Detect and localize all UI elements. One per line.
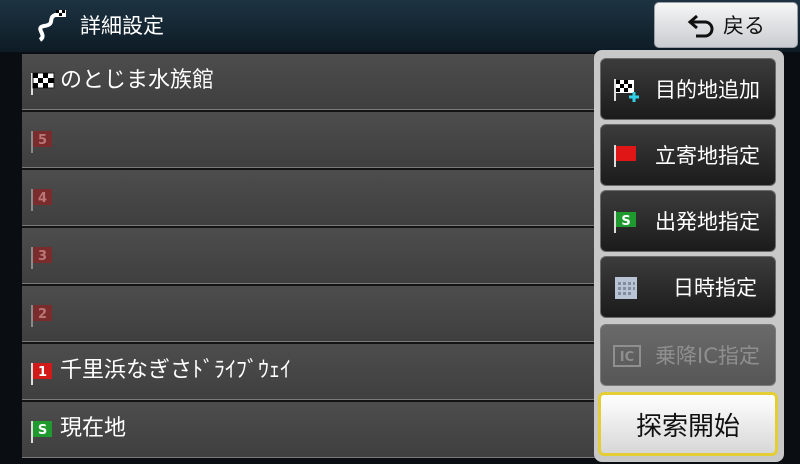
svg-text:S: S — [38, 423, 47, 438]
set-datetime-label: 日時指定 — [673, 276, 757, 300]
route-row-label: 千里浜なぎさﾄﾞﾗｲﾌﾞｳｪｲ — [60, 358, 292, 383]
start-search-label: 探索開始 — [635, 411, 740, 442]
waypoint-flag-icon: 1 — [31, 363, 52, 385]
set-ic-button: IC 乗降IC指定 — [600, 324, 776, 386]
add-destination-label: 目的地追加 — [655, 78, 760, 102]
add-destination-icon — [614, 79, 639, 102]
route-row-waypoint-5[interactable]: 5 — [22, 112, 596, 168]
destination-flag-icon — [31, 72, 55, 95]
back-button-label: 戻る — [723, 14, 765, 38]
waypoint-flag-icon: 2 — [31, 305, 52, 327]
set-departure-button[interactable]: S 出発地指定 — [600, 190, 776, 252]
page-title: 詳細設定 — [80, 14, 164, 38]
start-flag-icon: S — [614, 211, 636, 233]
set-ic-label: 乗降IC指定 — [655, 344, 760, 368]
svg-text:3: 3 — [38, 249, 47, 264]
back-arrow-icon — [687, 14, 714, 38]
add-destination-button[interactable]: 目的地追加 — [600, 58, 776, 120]
route-row-waypoint-2[interactable]: 2 — [22, 286, 596, 342]
route-row-start[interactable]: S 現在地 — [22, 402, 596, 458]
set-waypoint-button[interactable]: 立寄地指定 — [600, 124, 776, 186]
route-row-waypoint-1[interactable]: 1 千里浜なぎさﾄﾞﾗｲﾌﾞｳｪｲ — [22, 344, 596, 400]
svg-text:5: 5 — [38, 133, 47, 148]
set-waypoint-label: 立寄地指定 — [655, 144, 760, 168]
route-icon — [38, 10, 66, 42]
route-list: のとじま水族館 5 4 3 2 1 千里浜なぎさﾄﾞﾗｲﾌﾞｳｪｲ S 現在地 — [22, 54, 596, 458]
side-menu: 目的地追加 立寄地指定 S 出発地指定 日時指定 IC 乗降IC指定 探索開始 — [594, 50, 784, 462]
route-row-destination[interactable]: のとじま水族館 — [22, 54, 596, 110]
route-row-waypoint-4[interactable]: 4 — [22, 170, 596, 226]
ic-icon: IC — [613, 345, 641, 367]
svg-text:S: S — [621, 214, 630, 229]
calendar-icon — [615, 277, 637, 299]
svg-text:4: 4 — [38, 191, 47, 206]
waypoint-flag-icon: 4 — [31, 189, 52, 211]
route-row-label: 現在地 — [60, 416, 127, 441]
back-button[interactable]: 戻る — [654, 2, 798, 48]
set-datetime-button[interactable]: 日時指定 — [600, 256, 776, 318]
set-departure-label: 出発地指定 — [655, 210, 760, 234]
waypoint-flag-icon: 3 — [31, 247, 52, 269]
svg-text:2: 2 — [38, 307, 47, 322]
route-row-waypoint-3[interactable]: 3 — [22, 228, 596, 284]
route-row-label: のとじま水族館 — [60, 68, 215, 93]
svg-text:IC: IC — [620, 350, 634, 365]
svg-text:1: 1 — [38, 365, 47, 380]
waypoint-flag-icon: 5 — [31, 131, 52, 153]
red-flag-icon — [614, 145, 636, 167]
start-search-button[interactable]: 探索開始 — [598, 392, 778, 456]
header-bar: 詳細設定 戻る — [0, 0, 800, 52]
start-flag-icon: S — [31, 421, 52, 443]
